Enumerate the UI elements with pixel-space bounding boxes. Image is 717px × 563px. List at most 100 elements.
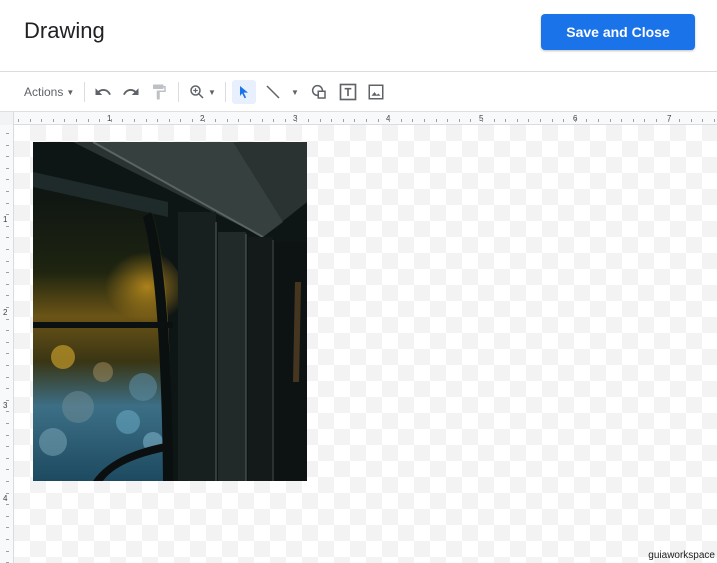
actions-menu[interactable]: Actions ▼	[20, 80, 78, 104]
ruler-tick	[215, 119, 216, 122]
zoom-dropdown[interactable]: ▼	[206, 80, 218, 104]
ruler-tick	[122, 119, 123, 122]
ruler-tick	[285, 119, 286, 122]
undo-button[interactable]	[91, 80, 115, 104]
ruler-tick	[6, 365, 9, 366]
ruler-tick	[6, 226, 9, 227]
ruler-tick	[517, 119, 518, 122]
watermark-text: guiaworkspace	[648, 550, 715, 561]
toolbar-divider	[84, 82, 85, 102]
paint-format-icon	[153, 84, 166, 100]
ruler-tick	[180, 119, 181, 122]
ruler-tick	[528, 119, 529, 122]
dialog-header: Drawing Save and Close	[0, 0, 717, 72]
ruler-tick	[6, 156, 9, 157]
ruler-tick	[111, 119, 112, 122]
ruler-tick	[633, 119, 634, 122]
ruler-tick	[470, 119, 471, 122]
horizontal-ruler: 1 2 3 4 5 6 7	[0, 112, 717, 125]
ruler-tick	[6, 446, 9, 447]
ruler-tick	[6, 516, 9, 517]
ruler-tick	[308, 119, 309, 122]
ruler-tick	[6, 295, 9, 296]
ruler-tick	[6, 203, 9, 204]
ruler-tick	[505, 119, 506, 122]
ruler-tick	[482, 119, 483, 122]
ruler-tick	[389, 119, 390, 122]
ruler-tick	[262, 119, 263, 122]
ruler-tick	[668, 119, 669, 122]
ruler-tick	[6, 342, 9, 343]
ruler-tick	[6, 469, 9, 470]
line-dropdown[interactable]: ▼	[289, 80, 301, 104]
ruler-tick	[331, 119, 332, 122]
line-tool-button[interactable]	[261, 80, 285, 104]
ruler-tick	[30, 119, 31, 122]
ruler-tick	[6, 388, 9, 389]
ruler-tick	[436, 119, 437, 122]
ruler-corner	[0, 112, 14, 125]
select-icon	[240, 86, 248, 99]
ruler-tick	[343, 119, 344, 122]
ruler-tick	[6, 214, 9, 215]
ruler-tick	[6, 179, 9, 180]
chevron-down-icon: ▼	[66, 87, 75, 97]
select-tool-button[interactable]	[232, 80, 256, 104]
ruler-tick	[447, 119, 448, 122]
chevron-down-icon: ▼	[291, 87, 299, 97]
ruler-tick	[679, 119, 680, 122]
ruler-tick	[6, 133, 9, 134]
paint-format-button[interactable]	[147, 80, 171, 104]
ruler-tick	[621, 119, 622, 122]
ruler-tick	[540, 119, 541, 122]
ruler-tick	[412, 119, 413, 122]
photo-image	[33, 142, 307, 481]
ruler-tick	[6, 493, 9, 494]
line-icon	[266, 85, 280, 99]
ruler-tick	[41, 119, 42, 122]
ruler-tick	[6, 168, 9, 169]
shape-tool-button[interactable]	[307, 80, 331, 104]
inserted-photo[interactable]	[33, 142, 307, 481]
ruler-tick	[6, 307, 9, 308]
ruler-tick	[99, 119, 100, 122]
ruler-tick	[702, 119, 703, 122]
ruler-tick	[354, 119, 355, 122]
ruler-tick	[320, 119, 321, 122]
insert-image-button[interactable]	[364, 80, 388, 104]
chevron-down-icon: ▼	[208, 87, 216, 97]
ruler-tick	[6, 261, 9, 262]
ruler-tick	[169, 119, 170, 122]
save-and-close-button[interactable]: Save and Close	[541, 14, 695, 50]
ruler-tick	[401, 119, 402, 122]
ruler-tick	[296, 119, 297, 122]
ruler-tick	[459, 119, 460, 122]
ruler-tick	[6, 377, 9, 378]
ruler-tick	[6, 411, 9, 412]
ruler-tick	[6, 319, 9, 320]
text-box-button[interactable]	[336, 80, 360, 104]
ruler-tick	[273, 119, 274, 122]
ruler-tick	[656, 119, 657, 122]
ruler-tick	[6, 527, 9, 528]
ruler-tick	[64, 119, 65, 122]
ruler-tick	[714, 119, 715, 122]
ruler-tick	[6, 237, 9, 238]
ruler-tick	[6, 551, 9, 552]
ruler-tick	[586, 119, 587, 122]
ruler-tick	[6, 249, 9, 250]
ruler-tick	[610, 119, 611, 122]
ruler-tick	[134, 119, 135, 122]
redo-icon	[123, 88, 139, 95]
ruler-tick	[6, 272, 9, 273]
ruler-tick	[227, 119, 228, 122]
ruler-tick	[146, 119, 147, 122]
ruler-tick	[6, 191, 9, 192]
ruler-label: 1	[3, 215, 8, 224]
ruler-tick	[575, 119, 576, 122]
ruler-tick	[6, 400, 9, 401]
actions-label: Actions	[24, 85, 64, 99]
ruler-tick	[494, 119, 495, 122]
redo-button[interactable]	[119, 80, 143, 104]
toolbar-divider	[225, 82, 226, 102]
